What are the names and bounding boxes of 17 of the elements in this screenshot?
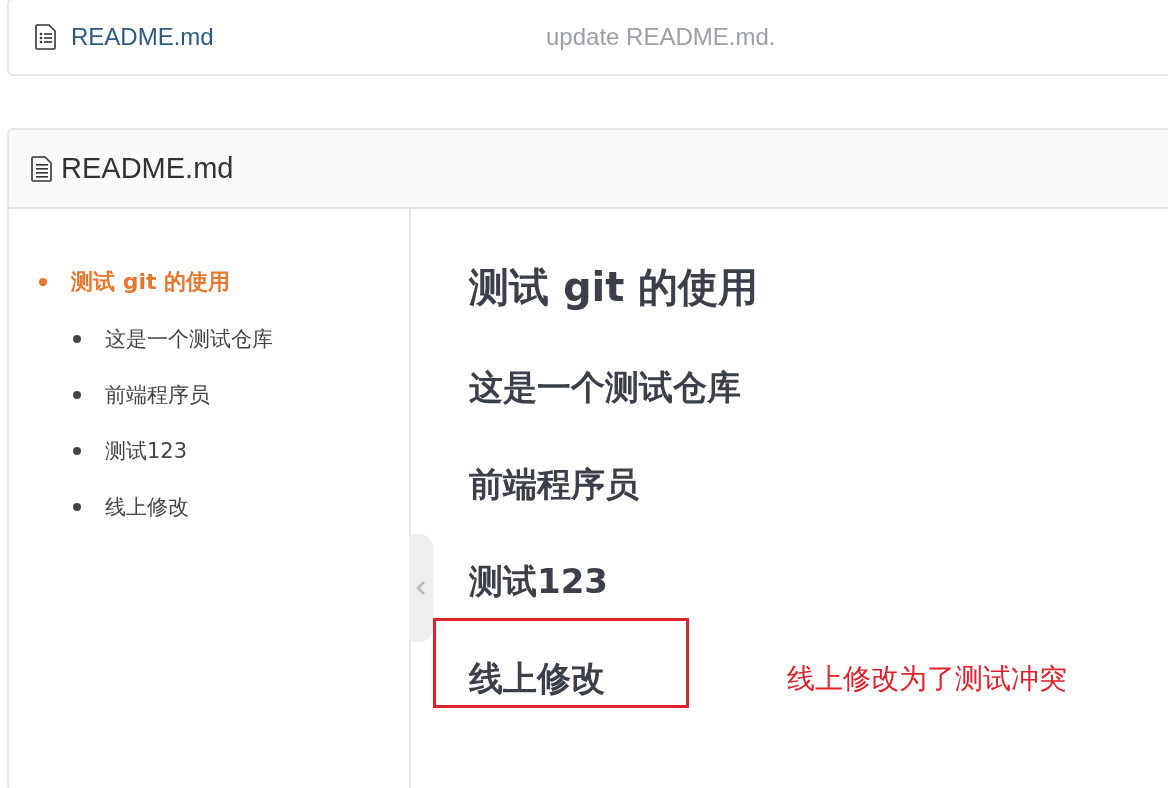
collapse-handle[interactable] (409, 534, 433, 642)
toc-item[interactable]: 这是一个测试仓库 (9, 311, 409, 367)
readme-title: README.md (61, 152, 234, 185)
toc-item[interactable]: 测试123 (9, 423, 409, 479)
heading: 这是一个测试仓库 (469, 365, 741, 409)
file-link[interactable]: README.md (71, 23, 546, 51)
commit-message: update README.md. (546, 23, 776, 51)
heading: 线上修改 (469, 656, 605, 700)
chevron-left-icon (416, 581, 426, 595)
file-icon (31, 155, 53, 182)
heading: 前端程序员 (469, 462, 639, 506)
heading: 测试 git 的使用 (469, 262, 759, 312)
toc-item[interactable]: 前端程序员 (9, 367, 409, 423)
list-file-icon (35, 24, 57, 50)
toc-item[interactable]: 线上修改 (9, 479, 409, 535)
annotation-note: 线上修改为了测试冲突 (787, 660, 1067, 697)
heading: 测试123 (469, 559, 608, 603)
